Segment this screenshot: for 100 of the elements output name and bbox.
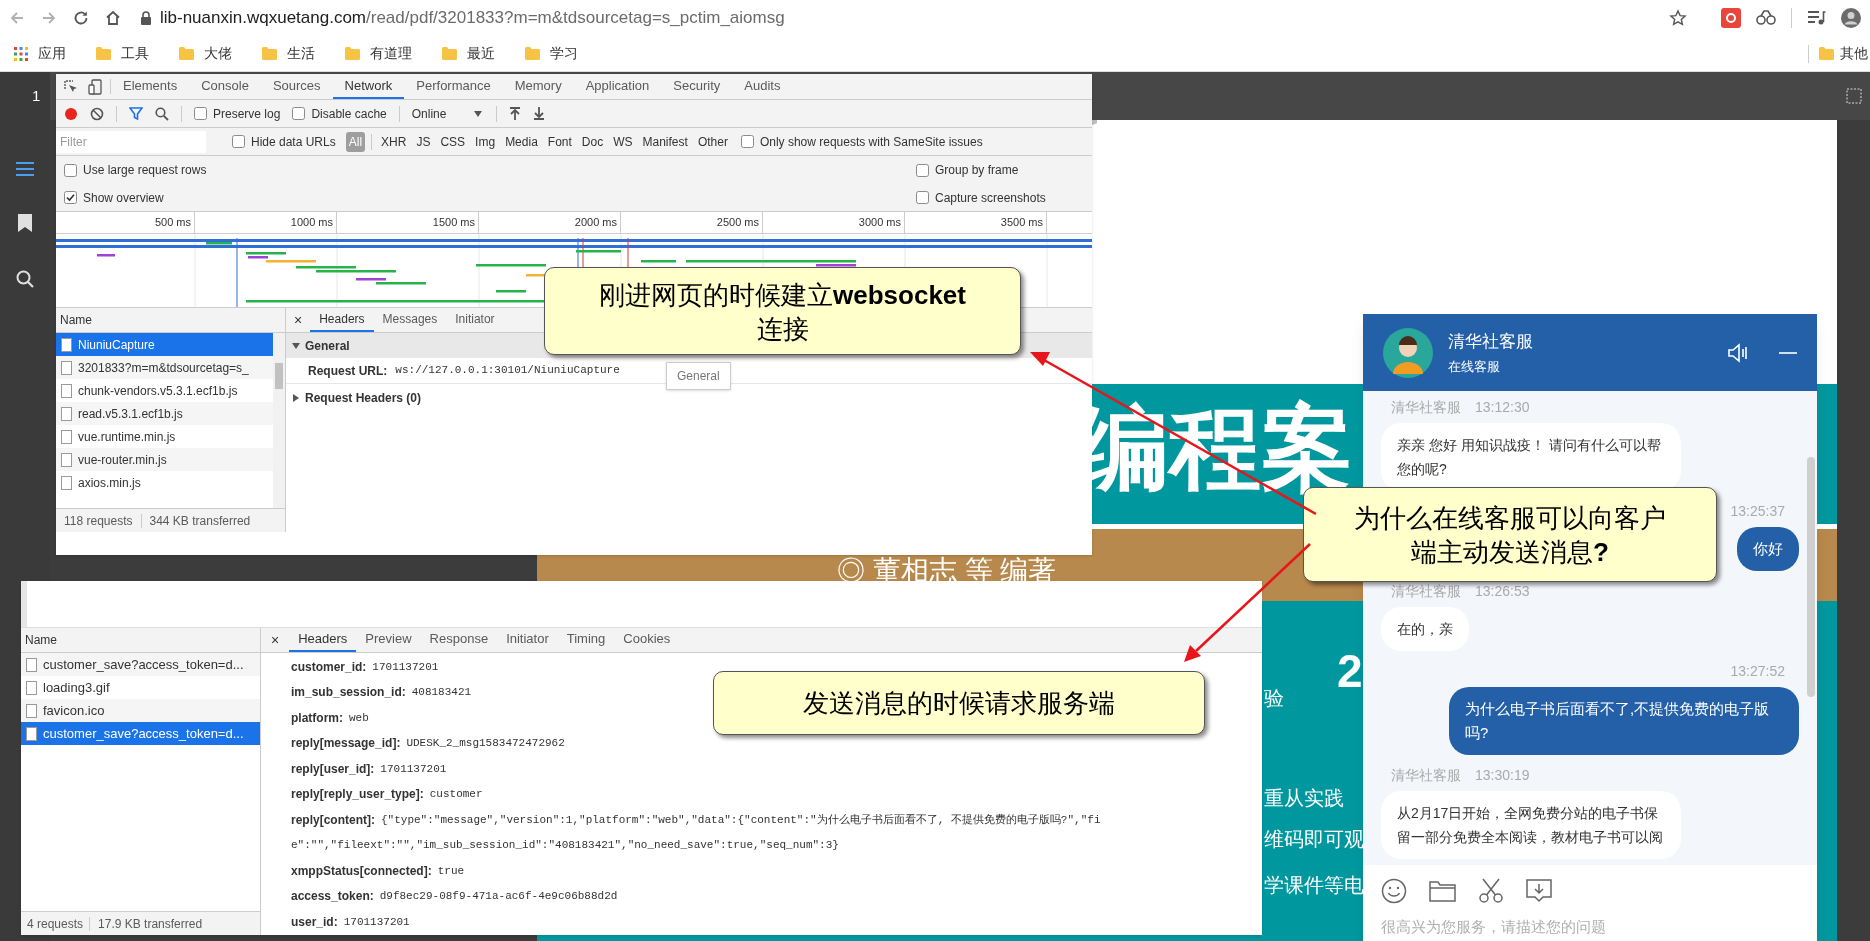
throttling-dropdown[interactable]: Online — [411, 104, 484, 123]
detail-tab[interactable]: Headers — [289, 628, 357, 652]
request-type-filter[interactable]: Font — [544, 131, 575, 152]
scissors-icon[interactable] — [1478, 878, 1504, 904]
filter-input[interactable]: Filter — [56, 130, 206, 153]
chat-bubble: 从2月17日开始，全网免费分站的电子书保留一部分免费全本阅读，教材电子书可以阅 — [1381, 791, 1681, 859]
bookmark[interactable]: 有道理 — [343, 40, 414, 67]
detail-tab[interactable]: Response — [420, 628, 498, 652]
bookmark[interactable]: 大佬 — [177, 40, 234, 67]
speaker-icon[interactable] — [1728, 342, 1750, 363]
checkbox-label: Preserve log — [213, 105, 281, 123]
caret-icon — [473, 110, 482, 117]
detail-tab[interactable]: Preview — [356, 628, 421, 652]
request-type-filter[interactable]: Img — [472, 131, 499, 152]
search-icon[interactable] — [16, 270, 34, 288]
clear-icon[interactable] — [90, 106, 104, 121]
extension-icon[interactable] — [1721, 8, 1741, 28]
checkbox[interactable] — [194, 107, 207, 120]
checkbox[interactable] — [64, 163, 77, 177]
devtools-tab[interactable]: Elements — [111, 74, 190, 99]
detail-tab[interactable]: Cookies — [614, 628, 680, 652]
message-input[interactable]: 很高兴为您服务，请描述您的问题 — [1363, 911, 1817, 941]
message-time: 13:12:30 — [1475, 398, 1530, 417]
devtools-tab[interactable]: Security — [661, 74, 733, 99]
media-playlist-icon[interactable] — [1806, 9, 1826, 27]
request-type-filter[interactable]: Manifest — [639, 131, 691, 152]
minimize-icon[interactable] — [1779, 350, 1797, 355]
search-icon[interactable] — [155, 106, 169, 121]
bookmark-icon[interactable] — [18, 214, 32, 232]
filter-icon[interactable] — [129, 106, 143, 121]
request-row[interactable]: customer_save?access_token=d... — [21, 653, 260, 676]
checkbox[interactable] — [232, 135, 245, 148]
scrollbar[interactable] — [273, 333, 285, 508]
devtools-tab[interactable]: Application — [573, 74, 662, 99]
checkbox[interactable] — [916, 191, 929, 204]
checkbox-label: Hide data URLs — [251, 133, 336, 151]
page-text: 验 — [1264, 688, 1284, 708]
devtools-tab[interactable]: Console — [189, 74, 261, 99]
menu-icon[interactable] — [16, 162, 34, 176]
checkbox-label: Use large request rows — [83, 162, 207, 179]
checkbox[interactable] — [740, 135, 754, 148]
checkbox[interactable] — [292, 107, 306, 120]
file-icon — [61, 360, 72, 375]
extension-icon[interactable] — [1755, 9, 1777, 27]
close-button[interactable]: × — [286, 308, 311, 332]
checkbox[interactable] — [916, 163, 929, 177]
detail-tab[interactable]: Messages — [373, 308, 447, 332]
detail-tab[interactable]: Initiator — [446, 308, 504, 332]
header-value: ws://127.0.0.1:30101/NiuniuCapture — [395, 363, 620, 379]
request-row[interactable]: favicon.ico — [21, 699, 260, 722]
checkbox-label: Only show requests with SameSite issues — [759, 133, 983, 151]
callout-note: 刚进网页的时候建立websocket 连接 — [544, 267, 1021, 355]
form-field-value: {"type":"message","version":1,"platform":"web","data":{"content":"为什么电子书后面看不了, 不提供免费的电子版吗?","fi — [381, 812, 1101, 828]
reload-icon[interactable] — [72, 9, 90, 27]
request-row[interactable]: read.v5.3.1.ecf1b.js — [56, 402, 273, 425]
request-type-filter[interactable]: Other — [694, 131, 731, 152]
bookmark[interactable]: 其他 — [1819, 40, 1870, 67]
request-row[interactable]: 3201833?m=m&tdsourcetag=s_ — [56, 356, 273, 379]
fit-page-icon[interactable] — [1846, 88, 1862, 104]
star-icon[interactable] — [1669, 9, 1687, 27]
download-box-icon[interactable] — [1526, 879, 1552, 903]
request-type-filter[interactable]: Media — [502, 131, 541, 152]
profile-avatar-icon[interactable] — [1840, 7, 1862, 29]
checkbox[interactable] — [64, 191, 77, 204]
devtools-tab[interactable]: Audits — [732, 74, 793, 99]
request-type-filter[interactable]: XHR — [378, 131, 410, 152]
file-icon — [26, 703, 37, 718]
bookmark[interactable]: 工具 — [94, 40, 151, 67]
bookmark[interactable]: 应用 — [12, 40, 68, 67]
expanded-triangle-icon[interactable] — [292, 341, 300, 350]
record-icon[interactable] — [64, 106, 78, 121]
device-toolbar-icon[interactable] — [88, 78, 102, 95]
detail-tab[interactable]: Initiator — [497, 628, 558, 652]
column-header: Name — [60, 312, 92, 329]
detail-tab[interactable]: Timing — [557, 628, 615, 652]
request-row[interactable]: vue-router.min.js — [56, 448, 273, 471]
request-type-filter[interactable]: JS — [413, 131, 434, 152]
home-icon[interactable] — [104, 9, 122, 27]
emoji-icon[interactable] — [1381, 878, 1407, 904]
timeline-tick-label: 500 ms — [154, 215, 191, 231]
request-row[interactable]: customer_save?access_token=d... — [21, 722, 260, 745]
download-icon[interactable] — [532, 107, 545, 120]
file-icon — [26, 657, 37, 672]
upload-icon[interactable] — [508, 107, 521, 120]
request-row[interactable]: NiuniuCapture — [56, 333, 273, 356]
folder-icon[interactable] — [1429, 880, 1456, 902]
request-type-filter[interactable]: WS — [610, 131, 636, 152]
bookmark[interactable]: 最近 — [440, 40, 497, 67]
inspect-icon[interactable] — [64, 79, 78, 94]
devtools-tab[interactable]: Sources — [260, 74, 333, 99]
devtools-tab[interactable]: Performance — [404, 74, 503, 99]
request-type-filter[interactable]: Doc — [578, 131, 607, 152]
devtools-tab[interactable]: Memory — [502, 74, 574, 99]
close-button[interactable]: × — [261, 628, 290, 652]
scrollbar[interactable] — [1807, 457, 1815, 697]
request-type-filter[interactable]: CSS — [437, 131, 469, 152]
collapsed-triangle-icon[interactable] — [292, 394, 300, 402]
bookmark[interactable]: 生活 — [260, 40, 317, 67]
chat-subtitle: 在线客服 — [1448, 357, 1501, 376]
bookmark[interactable]: 学习 — [523, 40, 580, 67]
